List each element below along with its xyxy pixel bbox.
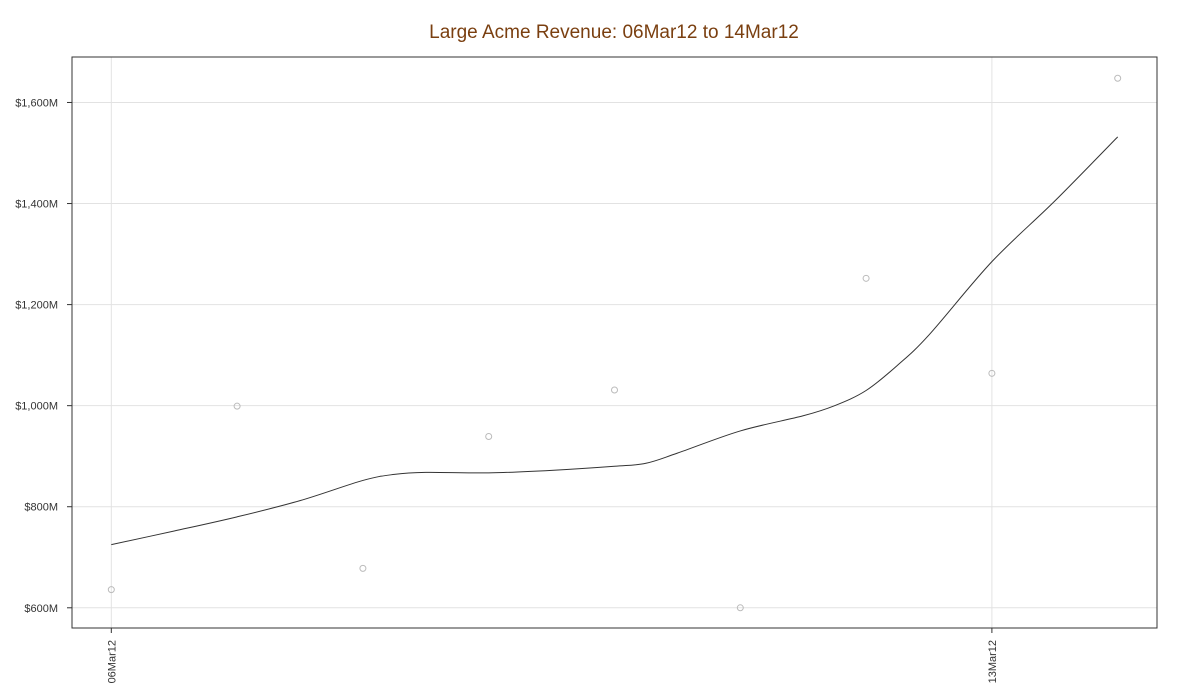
smooth-trend-line (111, 136, 1119, 546)
revenue-scatter-chart: Large Acme Revenue: 06Mar12 to 14Mar12 $… (15, 22, 1158, 683)
data-point (862, 274, 870, 282)
y-tick-label: $600M (24, 603, 58, 615)
data-point (611, 386, 618, 394)
chart-title: Large Acme Revenue: 06Mar12 to 14Mar12 (429, 22, 799, 43)
chart-container: Large Acme Revenue: 06Mar12 to 14Mar12 $… (0, 0, 1200, 700)
plot-frame (71, 56, 1158, 629)
x-tick-label: 13Mar12 (987, 640, 999, 683)
data-point (359, 564, 367, 572)
y-tick-label: $1,600M (15, 97, 58, 109)
y-tick-label: $800M (24, 502, 58, 514)
y-tick-label: $1,000M (15, 401, 58, 413)
x-tick-label: 06Mar12 (106, 640, 118, 683)
x-axis: 06Mar12 13Mar12 (106, 628, 999, 683)
y-axis: $600M $800M $1,000M $1,200M $1,400M $1,600M (15, 97, 72, 615)
y-tick-label: $1,200M (15, 300, 58, 312)
data-point (1114, 74, 1122, 82)
trend-line-layer (111, 136, 1119, 546)
data-points-layer (107, 74, 1122, 612)
grid-lines (72, 57, 1157, 628)
data-point (485, 432, 493, 440)
data-point (233, 402, 241, 410)
y-tick-label: $1,400M (15, 199, 58, 211)
